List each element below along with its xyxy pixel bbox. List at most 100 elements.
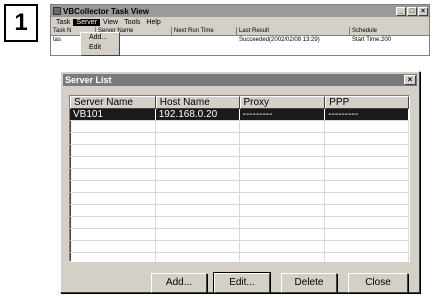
empty-cell [156, 133, 240, 144]
empty-cell [325, 217, 409, 228]
empty-cell [70, 133, 156, 144]
col-schedule[interactable]: Schedule [350, 27, 429, 36]
server-menu-dropdown: Add... Edit [80, 32, 120, 56]
task-schedule: Start Time:200 [352, 37, 392, 43]
col-host-name[interactable]: Host Name [155, 96, 240, 109]
empty-row [70, 121, 409, 133]
empty-cell [240, 229, 326, 240]
row-host-name: 192.168.0.20 [156, 109, 240, 120]
empty-cell [156, 121, 240, 132]
empty-row [70, 205, 409, 217]
empty-cell [325, 205, 409, 216]
empty-cell [325, 157, 409, 168]
empty-row [70, 193, 409, 205]
empty-cell [325, 241, 409, 252]
main-title-bar: VBCollector Task View _ □ × [51, 5, 429, 17]
empty-cell [325, 229, 409, 240]
empty-cell [70, 205, 156, 216]
empty-cell [70, 181, 156, 192]
menu-bar: Task Server View Tools Help [51, 17, 429, 27]
empty-cell [70, 169, 156, 180]
menu-tools[interactable]: Tools [121, 19, 143, 26]
maximize-button[interactable]: □ [407, 6, 417, 16]
empty-cell [325, 169, 409, 180]
empty-cell [240, 241, 326, 252]
empty-cell [240, 157, 326, 168]
empty-row [70, 181, 409, 193]
empty-row [70, 145, 409, 157]
empty-cell [240, 145, 326, 156]
empty-cell [156, 193, 240, 204]
empty-row [70, 229, 409, 241]
empty-row [70, 157, 409, 169]
app-icon [53, 7, 61, 15]
menu-server[interactable]: Server [73, 18, 101, 26]
row-server-name: VB101 [70, 109, 156, 120]
col-last-result[interactable]: Last Result [237, 27, 350, 36]
window-close-button[interactable]: × [418, 6, 428, 16]
empty-cell [240, 217, 326, 228]
edit-button[interactable]: Edit... [213, 272, 271, 294]
delete-button[interactable]: Delete [281, 273, 337, 293]
empty-cell [156, 145, 240, 156]
dialog-title: Server List [65, 75, 112, 85]
empty-cell [70, 121, 156, 132]
empty-cell [325, 253, 409, 261]
col-ppp[interactable]: PPP [325, 96, 409, 109]
empty-cell [325, 121, 409, 132]
empty-cell [240, 133, 326, 144]
empty-row [70, 133, 409, 145]
empty-cell [156, 181, 240, 192]
empty-row [70, 169, 409, 181]
row-proxy: --------- [240, 109, 326, 120]
server-row[interactable]: VB101 192.168.0.20 --------- --------- [70, 109, 409, 121]
empty-cell [156, 241, 240, 252]
dialog-title-bar: Server List × [63, 74, 417, 86]
empty-cell [156, 229, 240, 240]
empty-cell [156, 253, 240, 261]
empty-row [70, 253, 409, 261]
empty-cell [70, 253, 156, 261]
empty-cell [240, 193, 326, 204]
menu-task[interactable]: Task [53, 19, 73, 26]
empty-cell [240, 169, 326, 180]
empty-cell [240, 121, 326, 132]
empty-cell [156, 169, 240, 180]
minimize-button[interactable]: _ [396, 6, 406, 16]
menu-item-edit[interactable]: Edit [81, 43, 119, 53]
col-proxy[interactable]: Proxy [239, 96, 326, 109]
empty-cell [325, 145, 409, 156]
dialog-close-button[interactable]: × [404, 75, 416, 85]
empty-cell [70, 241, 156, 252]
empty-cell [325, 181, 409, 192]
empty-cell [70, 229, 156, 240]
server-list[interactable]: Server Name Host Name Proxy PPP VB101 19… [69, 95, 410, 262]
col-server-name[interactable]: Server Name [70, 96, 156, 109]
empty-cell [240, 253, 326, 261]
close-button[interactable]: Close [348, 273, 408, 293]
empty-cell [325, 193, 409, 204]
menu-help[interactable]: Help [143, 19, 163, 26]
step-number-badge: 1 [4, 4, 38, 42]
empty-cell [240, 181, 326, 192]
server-list-header: Server Name Host Name Proxy PPP [70, 96, 409, 109]
col-next-run-time[interactable]: Next Run Time [172, 27, 237, 36]
empty-row [70, 217, 409, 229]
empty-cell [156, 205, 240, 216]
row-ppp: --------- [325, 109, 409, 120]
empty-cell [240, 205, 326, 216]
server-list-dialog: Server List × Server Name Host Name Prox… [60, 71, 420, 294]
menu-item-add[interactable]: Add... [81, 33, 119, 43]
empty-cell [70, 145, 156, 156]
add-button[interactable]: Add... [151, 273, 207, 293]
empty-cell [156, 157, 240, 168]
menu-view[interactable]: View [100, 19, 121, 26]
task-last-result: Succeeded(2002/02/08 13:29) [239, 37, 320, 43]
task-next-run [172, 36, 237, 45]
empty-cell [325, 133, 409, 144]
empty-cell [156, 217, 240, 228]
empty-cell [70, 157, 156, 168]
empty-row [70, 241, 409, 253]
main-window-title: VBCollector Task View [63, 6, 149, 16]
empty-cell [70, 193, 156, 204]
